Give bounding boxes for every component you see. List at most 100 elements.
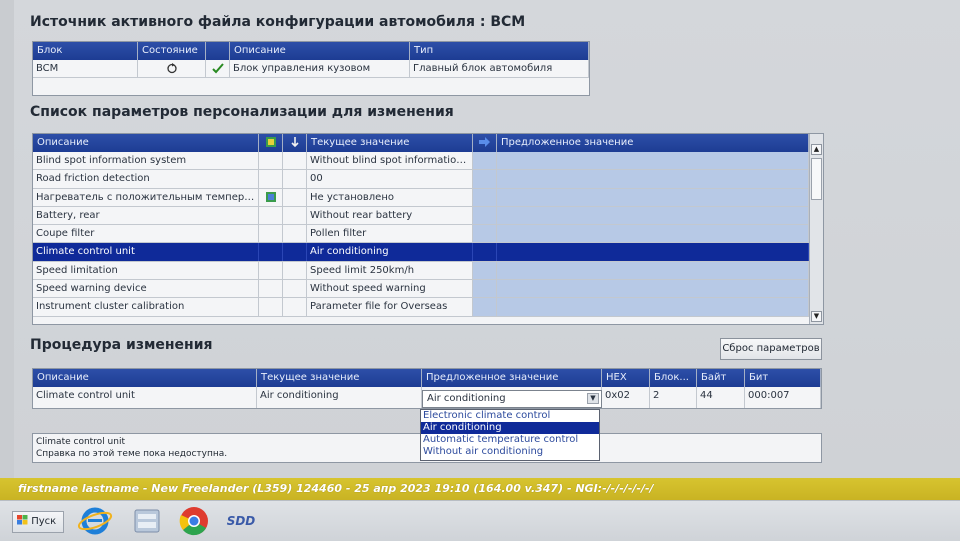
ie-icon[interactable] xyxy=(76,505,114,537)
param-description: Climate control unit xyxy=(33,243,259,261)
proc-block: 2 xyxy=(650,387,697,408)
procedure-header: Описание Текущее значение Предложенное з… xyxy=(33,369,821,387)
table-row[interactable]: Coupe filter Pollen filter xyxy=(33,225,809,244)
col-param-current[interactable]: Текущее значение xyxy=(307,134,473,152)
sdd-taskbar-button[interactable]: SDD xyxy=(222,505,260,537)
table-row[interactable]: Speed limitation Speed limit 250km/h xyxy=(33,261,809,281)
col-byte[interactable]: Байт xyxy=(697,369,745,387)
param-proposed[interactable] xyxy=(497,152,809,170)
chrome-icon[interactable] xyxy=(175,505,213,537)
table-row[interactable]: Road friction detection 00 xyxy=(33,170,809,189)
param-current: Without blind spot information ... xyxy=(307,152,473,170)
sdd-window: Источник активного файла конфигурации ав… xyxy=(14,0,960,478)
source-table-header: Блок Состояние Описание Тип xyxy=(33,42,589,60)
parameters-rows: Blind spot information system Without bl… xyxy=(33,152,809,317)
source-type: Главный блок автомобиля xyxy=(410,60,589,77)
param-current: Without speed warning xyxy=(307,280,473,298)
param-proposed[interactable] xyxy=(497,298,809,316)
param-proposed[interactable] xyxy=(497,225,809,243)
windows-flag-icon xyxy=(17,515,28,525)
param-proposed[interactable] xyxy=(497,188,809,206)
section1-title: Источник активного файла конфигурации ав… xyxy=(30,14,526,30)
table-row[interactable]: Blind spot information system Without bl… xyxy=(33,152,809,171)
param-current: Parameter file for Overseas xyxy=(307,298,473,316)
param-current: 00 xyxy=(307,170,473,188)
proposed-value-select[interactable]: Air conditioning ▼ xyxy=(422,390,602,408)
col-block[interactable]: Блок xyxy=(33,42,138,60)
param-description: Нагреватель с положительным температ... xyxy=(33,188,259,206)
start-button[interactable]: Пуск xyxy=(12,511,64,533)
proc-description: Climate control unit xyxy=(33,387,257,408)
checkmark-icon xyxy=(206,60,230,77)
source-description: Блок управления кузовом xyxy=(230,60,410,77)
param-description: Coupe filter xyxy=(33,225,259,243)
table-row[interactable]: Нагреватель с положительным температ... … xyxy=(33,188,809,207)
param-description: Speed limitation xyxy=(33,261,259,280)
proc-hex: 0x02 xyxy=(602,387,650,408)
param-description: Speed warning device xyxy=(33,280,259,298)
status-bar-text: firstname lastname - New Freelander (L35… xyxy=(18,482,654,495)
proc-bit: 000:007 xyxy=(745,387,821,408)
param-proposed[interactable] xyxy=(497,261,809,280)
param-description: Road friction detection xyxy=(33,170,259,188)
flag-icon xyxy=(259,188,283,206)
table-row[interactable]: Battery, rear Without rear battery xyxy=(33,206,809,226)
parameters-table: Описание Текущее значение Предложенное з… xyxy=(32,133,824,325)
scroll-down-icon[interactable]: ▼ xyxy=(811,311,822,322)
col-param-description[interactable]: Описание xyxy=(33,134,259,152)
parameters-header: Описание Текущее значение Предложенное з… xyxy=(33,134,823,152)
param-proposed[interactable] xyxy=(497,280,809,298)
status-bar: firstname lastname - New Freelander (L35… xyxy=(0,478,960,500)
source-table: Блок Состояние Описание Тип BCM Блок упр… xyxy=(32,41,590,96)
dropdown-option[interactable]: Without air conditioning xyxy=(421,446,599,458)
arrow-right-icon[interactable] xyxy=(473,134,497,152)
col-proc-description[interactable]: Описание xyxy=(33,369,257,387)
reset-parameters-button[interactable]: Сброс параметров xyxy=(720,338,822,360)
param-proposed[interactable] xyxy=(497,243,809,261)
col-state[interactable]: Состояние xyxy=(138,42,206,60)
dropdown-option[interactable]: Automatic temperature control xyxy=(421,434,599,446)
param-description: Battery, rear xyxy=(33,206,259,225)
proc-current: Air conditioning xyxy=(257,387,422,408)
param-current: Pollen filter xyxy=(307,225,473,243)
table-row[interactable]: Speed warning device Without speed warni… xyxy=(33,280,809,299)
param-current: Air conditioning xyxy=(307,243,473,261)
scroll-up-icon[interactable]: ▲ xyxy=(811,144,822,155)
param-description: Blind spot information system xyxy=(33,152,259,170)
proposed-value-dropdown[interactable]: Electronic climate control Air condition… xyxy=(420,409,600,461)
col-block-short[interactable]: Блок... xyxy=(650,369,697,387)
flag-icon[interactable] xyxy=(259,134,283,152)
col-param-proposed[interactable]: Предложенное значение xyxy=(497,134,809,152)
scroll-thumb[interactable] xyxy=(811,158,822,200)
proc-byte: 44 xyxy=(697,387,745,408)
param-description: Instrument cluster calibration xyxy=(33,298,259,316)
section2-title: Список параметров персонализации для изм… xyxy=(30,104,454,120)
col-bit[interactable]: Бит xyxy=(745,369,821,387)
param-current: Не установлено xyxy=(307,188,473,206)
col-description[interactable]: Описание xyxy=(230,42,410,60)
parameters-scrollbar[interactable]: ▲ ▼ xyxy=(809,134,823,324)
chevron-down-icon[interactable]: ▼ xyxy=(587,393,599,404)
dropdown-option[interactable]: Electronic climate control xyxy=(421,410,599,422)
refresh-icon xyxy=(138,60,206,77)
col-proc-proposed[interactable]: Предложенное значение xyxy=(422,369,602,387)
col-check[interactable] xyxy=(206,42,230,60)
start-label: Пуск xyxy=(31,516,57,527)
source-block: BCM xyxy=(33,60,138,77)
proposed-value-selected: Air conditioning xyxy=(427,393,506,404)
col-proc-current[interactable]: Текущее значение xyxy=(257,369,422,387)
param-current: Speed limit 250km/h xyxy=(307,261,473,280)
source-row-bcm[interactable]: BCM Блок управления кузовом Главный блок… xyxy=(33,60,589,78)
table-row[interactable]: Instrument cluster calibration Parameter… xyxy=(33,298,809,317)
taskbar: Пуск SDD xyxy=(0,500,960,541)
table-row-selected[interactable]: Climate control unit Air conditioning xyxy=(33,243,809,262)
param-proposed[interactable] xyxy=(497,170,809,188)
sort-icon[interactable] xyxy=(283,134,307,152)
param-proposed[interactable] xyxy=(497,206,809,225)
param-current: Without rear battery xyxy=(307,206,473,225)
col-hex[interactable]: HEX xyxy=(602,369,650,387)
dropdown-option-selected[interactable]: Air conditioning xyxy=(421,422,599,434)
explorer-icon[interactable] xyxy=(128,505,166,537)
section3-title: Процедура изменения xyxy=(30,337,213,353)
col-type[interactable]: Тип xyxy=(410,42,589,60)
